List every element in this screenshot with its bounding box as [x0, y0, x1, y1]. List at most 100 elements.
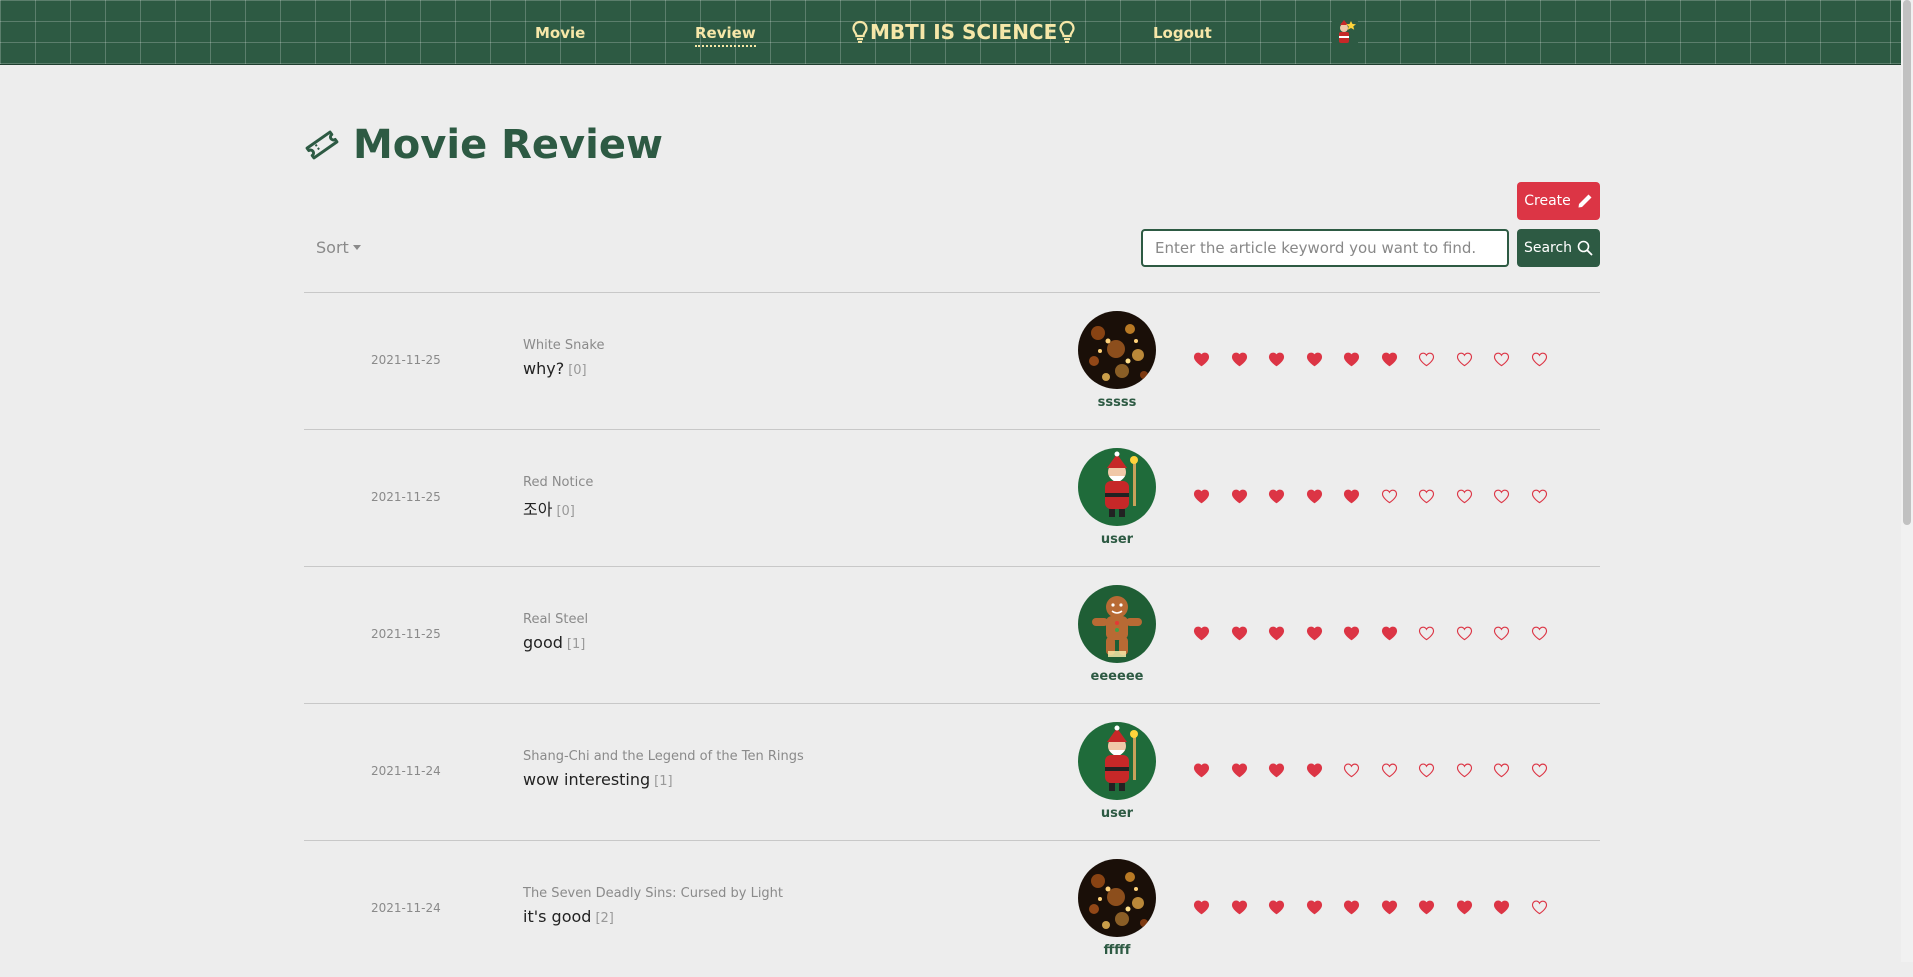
review-list: 2021-11-25 White Snake why? [0] sssss 202… [304, 292, 1600, 977]
review-movie-title: White Snake [523, 338, 605, 353]
rating-hearts [1193, 626, 1548, 641]
review-title-text: why? [523, 359, 565, 378]
search-icon [1577, 240, 1593, 256]
comment-count: [1] [566, 637, 586, 652]
heart-filled-icon [1268, 352, 1285, 367]
review-title-link[interactable]: good [1] [523, 633, 585, 652]
heart-filled-icon [1231, 352, 1247, 367]
heart-outline-icon [1418, 352, 1435, 367]
heart-outline-icon [1531, 763, 1547, 778]
heart-filled-icon [1306, 900, 1322, 915]
sort-dropdown[interactable]: Sort [316, 238, 361, 257]
review-title-text: wow interesting [523, 770, 651, 789]
review-title-text: it's good [523, 907, 592, 926]
user-avatar[interactable] [1078, 448, 1156, 526]
rating-hearts [1193, 900, 1548, 915]
review-row[interactable]: 2021-11-24 Shang-Chi and the Legend of t… [304, 703, 1600, 840]
rating-hearts [1193, 763, 1548, 778]
top-navbar: Movie Review MBTI IS SCIENCE Logout [0, 0, 1901, 65]
nav-logout-link[interactable]: Logout [1153, 24, 1212, 42]
bokeh-lights-avatar-image [1078, 311, 1156, 389]
scrollbar-thumb[interactable] [1903, 0, 1911, 525]
review-author[interactable]: user [1067, 806, 1167, 821]
review-title-link[interactable]: 조아 [0] [523, 496, 575, 520]
heart-filled-icon [1343, 626, 1360, 641]
search-button[interactable]: Search [1517, 229, 1600, 267]
vertical-scrollbar[interactable] [1901, 0, 1913, 962]
heart-filled-icon [1193, 626, 1210, 641]
review-movie-title: Red Notice [523, 475, 594, 490]
nav-review-link[interactable]: Review [695, 24, 756, 47]
user-avatar[interactable] [1078, 859, 1156, 937]
review-title-link[interactable]: wow interesting [1] [523, 770, 673, 789]
review-movie-title: Real Steel [523, 612, 589, 627]
user-avatar[interactable] [1078, 311, 1156, 389]
review-row[interactable]: 2021-11-24 The Seven Deadly Sins: Cursed… [304, 840, 1600, 977]
bokeh-lights-avatar-image [1078, 859, 1156, 937]
review-date: 2021-11-25 [371, 490, 441, 504]
heart-filled-icon [1343, 489, 1360, 504]
review-date: 2021-11-24 [371, 764, 441, 778]
review-title-text: 조아 [523, 500, 553, 519]
lightbulb-icon [852, 20, 868, 43]
heart-filled-icon [1381, 626, 1397, 641]
heart-outline-icon [1531, 900, 1547, 915]
heart-outline-icon [1343, 763, 1360, 778]
search-input[interactable] [1141, 229, 1509, 267]
review-row[interactable]: 2021-11-25 Red Notice 조아 [0] user [304, 429, 1600, 566]
heart-outline-icon [1531, 352, 1547, 367]
search-button-label: Search [1523, 240, 1573, 256]
review-title-link[interactable]: it's good [2] [523, 907, 614, 926]
heart-filled-icon [1193, 352, 1210, 367]
santa-avatar-image [1078, 722, 1156, 800]
heart-outline-icon [1493, 352, 1510, 367]
review-movie-title: Shang-Chi and the Legend of the Ten Ring… [523, 749, 804, 764]
user-avatar[interactable] [1078, 722, 1156, 800]
pencil-icon [1578, 194, 1592, 208]
create-button-label: Create [1524, 193, 1571, 209]
review-movie-title: The Seven Deadly Sins: Cursed by Light [523, 886, 784, 901]
review-title-link[interactable]: why? [0] [523, 359, 587, 378]
review-author[interactable]: sssss [1067, 395, 1167, 410]
heart-outline-icon [1456, 626, 1472, 641]
heart-filled-icon [1306, 626, 1322, 641]
heart-filled-icon [1306, 352, 1322, 367]
review-date: 2021-11-24 [371, 901, 441, 915]
review-author[interactable]: user [1067, 532, 1167, 547]
lightbulb-icon [1059, 20, 1075, 43]
user-avatar[interactable] [1078, 585, 1156, 663]
review-author[interactable]: eeeeee [1067, 669, 1167, 684]
heart-filled-icon [1193, 900, 1210, 915]
heart-outline-icon [1493, 626, 1510, 641]
brand-text: MBTI IS SCIENCE [870, 20, 1058, 44]
heart-filled-icon [1343, 900, 1360, 915]
review-author[interactable]: fffff [1067, 943, 1167, 958]
comment-count: [0] [568, 363, 587, 378]
heart-filled-icon [1306, 489, 1322, 504]
review-date: 2021-11-25 [371, 627, 441, 641]
heart-outline-icon [1381, 489, 1397, 504]
comment-count: [0] [556, 504, 575, 519]
heart-outline-icon [1418, 763, 1435, 778]
gingerbread-avatar-image [1078, 585, 1156, 663]
heart-filled-icon [1343, 352, 1360, 367]
heart-outline-icon [1381, 763, 1397, 778]
heart-outline-icon [1531, 626, 1547, 641]
profile-avatar-icon[interactable] [1332, 19, 1358, 47]
create-button[interactable]: Create [1517, 182, 1600, 220]
brand-logo[interactable]: MBTI IS SCIENCE [852, 20, 1075, 44]
review-row[interactable]: 2021-11-25 White Snake why? [0] sssss [304, 292, 1600, 429]
heart-outline-icon [1456, 489, 1472, 504]
heart-filled-icon [1456, 900, 1472, 915]
heart-filled-icon [1231, 900, 1247, 915]
heart-filled-icon [1231, 763, 1247, 778]
comment-count: [1] [654, 774, 673, 789]
nav-movie-link[interactable]: Movie [535, 24, 585, 42]
review-row[interactable]: 2021-11-25 Real Steel good [1] eeeeee [304, 566, 1600, 703]
heart-filled-icon [1306, 763, 1322, 778]
heart-filled-icon [1268, 626, 1285, 641]
heart-filled-icon [1381, 900, 1397, 915]
heart-outline-icon [1531, 489, 1547, 504]
sort-label: Sort [316, 238, 349, 257]
rating-hearts [1193, 489, 1548, 504]
